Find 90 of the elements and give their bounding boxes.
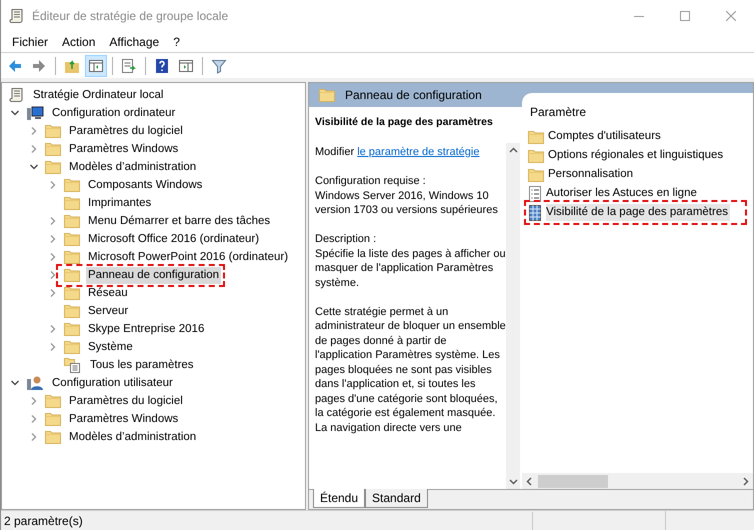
folder-icon bbox=[64, 322, 80, 336]
tree-item[interactable]: Composants Windows bbox=[86, 176, 204, 194]
folder-icon bbox=[45, 412, 61, 426]
folder-icon bbox=[64, 286, 80, 300]
settings-list-icon bbox=[64, 357, 82, 373]
export-list-icon bbox=[121, 58, 137, 74]
tree-item[interactable]: Modèles d’administration bbox=[67, 158, 198, 176]
menu-item[interactable]: Fichier bbox=[5, 33, 56, 51]
folder-icon bbox=[45, 160, 61, 174]
collapse-chevron-icon[interactable] bbox=[10, 378, 20, 388]
tree-item[interactable]: Paramètres du logiciel bbox=[67, 392, 185, 410]
folder-icon bbox=[319, 88, 335, 102]
folder-icon bbox=[528, 148, 544, 162]
document-icon bbox=[528, 186, 542, 202]
folder-icon bbox=[528, 168, 544, 182]
collapse-chevron-icon[interactable] bbox=[10, 108, 20, 118]
back-arrow-icon bbox=[7, 58, 23, 74]
window-title: Éditeur de stratégie de groupe locale bbox=[32, 8, 228, 25]
folder-icon bbox=[45, 430, 61, 444]
tree-item[interactable]: Configuration ordinateur bbox=[50, 104, 178, 122]
tree-item[interactable]: Paramètres du logiciel bbox=[67, 122, 185, 140]
folder-icon bbox=[64, 304, 80, 318]
edit-label: Modifier bbox=[315, 146, 354, 158]
policy-grid-icon bbox=[528, 204, 542, 220]
folder-icon bbox=[45, 142, 61, 156]
setting-item[interactable]: Comptes d'utilisateurs bbox=[548, 128, 663, 145]
scroll-left-icon[interactable] bbox=[526, 476, 532, 486]
tree-item[interactable]: Stratégie Ordinateur local bbox=[31, 86, 166, 104]
tree-item[interactable]: Panneau de configuration bbox=[86, 266, 222, 284]
folder-icon bbox=[45, 124, 61, 138]
folder-icon bbox=[64, 250, 80, 264]
scroll-thumb[interactable] bbox=[538, 474, 608, 488]
folder-icon bbox=[45, 394, 61, 408]
panel-header-title: Panneau de configuration bbox=[345, 87, 482, 104]
description-paragraph: Configuration requise : Windows Server 2016, Windows 10 version 1703 ou versions supérieures bbox=[315, 174, 499, 218]
scroll-right-icon[interactable] bbox=[743, 476, 749, 486]
action-pane-icon bbox=[178, 58, 194, 74]
vertical-scrollbar[interactable] bbox=[506, 143, 520, 489]
user-icon bbox=[26, 375, 44, 391]
status-text: 2 paramètre(s) bbox=[1, 512, 533, 530]
filter-icon bbox=[211, 58, 227, 74]
folder-icon bbox=[528, 130, 544, 144]
computer-icon bbox=[26, 105, 44, 121]
setting-title: Visibilité de la page des paramètres bbox=[315, 115, 494, 130]
tree-item[interactable]: Serveur bbox=[86, 302, 130, 320]
edit-policy-link[interactable]: le paramètre de stratégie bbox=[357, 146, 480, 158]
view-tab[interactable]: Étendu bbox=[313, 489, 366, 508]
setting-item[interactable]: Autoriser les Astuces en ligne bbox=[546, 185, 699, 202]
horizontal-scrollbar[interactable] bbox=[522, 473, 753, 489]
folder-icon bbox=[64, 340, 80, 354]
forward-arrow-icon bbox=[31, 58, 47, 74]
folder-icon bbox=[64, 232, 80, 246]
maximize-icon bbox=[680, 11, 690, 21]
column-header[interactable]: Paramètre bbox=[522, 97, 753, 123]
tree-item[interactable]: Configuration utilisateur bbox=[50, 374, 175, 392]
tree-item[interactable]: Paramètres Windows bbox=[67, 410, 180, 428]
menu-item[interactable]: Affichage bbox=[102, 33, 166, 51]
folder-icon bbox=[64, 178, 80, 192]
up-folder-icon bbox=[64, 58, 80, 74]
tree-item[interactable]: Réseau bbox=[86, 284, 130, 302]
description-paragraph: Description : Spécifie la liste des pages à afficher ou masquer de l'application Paramètres système. bbox=[315, 232, 506, 290]
tree-item[interactable]: Système bbox=[86, 338, 135, 356]
tree-item[interactable]: Paramètres Windows bbox=[67, 140, 180, 158]
tree-item[interactable]: Skype Entreprise 2016 bbox=[86, 320, 206, 338]
tree-item[interactable]: Imprimantes bbox=[86, 194, 154, 212]
collapse-chevron-icon[interactable] bbox=[29, 162, 39, 172]
scroll-up-icon[interactable] bbox=[508, 147, 518, 153]
menu-item[interactable]: ? bbox=[166, 33, 187, 51]
tree-item[interactable]: Menu Démarrer et barre des tâches bbox=[86, 212, 272, 230]
description-paragraph: Cette stratégie permet à un administrateur de bloquer un ensemble de pages donné à partir de l'application Paramètres système. Les pages bloquées ne sont pas visibles dans l'application et, si toutes les pages d'une catégorie sont bloquées, la catégorie est également masquée. La navigation directe vers une bbox=[315, 304, 506, 435]
folder-icon bbox=[64, 214, 80, 228]
setting-item[interactable]: Personnalisation bbox=[548, 166, 636, 183]
toolbar-button[interactable] bbox=[85, 54, 107, 76]
setting-item[interactable]: Visibilité de la page des paramètres bbox=[546, 204, 730, 221]
close-icon bbox=[726, 11, 736, 21]
scroll-icon bbox=[9, 87, 25, 103]
help-icon bbox=[154, 58, 170, 74]
tree-item[interactable]: Tous les paramètres bbox=[88, 356, 196, 374]
view-tab[interactable]: Standard bbox=[365, 489, 428, 508]
menu-item[interactable]: Action bbox=[55, 33, 102, 51]
tree-pane-icon bbox=[88, 58, 104, 74]
setting-item[interactable]: Options régionales et linguistiques bbox=[548, 147, 726, 164]
tree-item[interactable]: Microsoft Office 2016 (ordinateur) bbox=[86, 230, 262, 248]
folder-icon bbox=[64, 196, 80, 210]
tree-item[interactable]: Modèles d’administration bbox=[67, 428, 198, 446]
scroll-down-icon[interactable] bbox=[508, 479, 518, 485]
scroll-icon bbox=[9, 8, 25, 24]
expand-chevron-icon[interactable] bbox=[48, 180, 58, 190]
folder-icon bbox=[64, 268, 80, 282]
tree-item[interactable]: Microsoft PowerPoint 2016 (ordinateur) bbox=[86, 248, 290, 266]
